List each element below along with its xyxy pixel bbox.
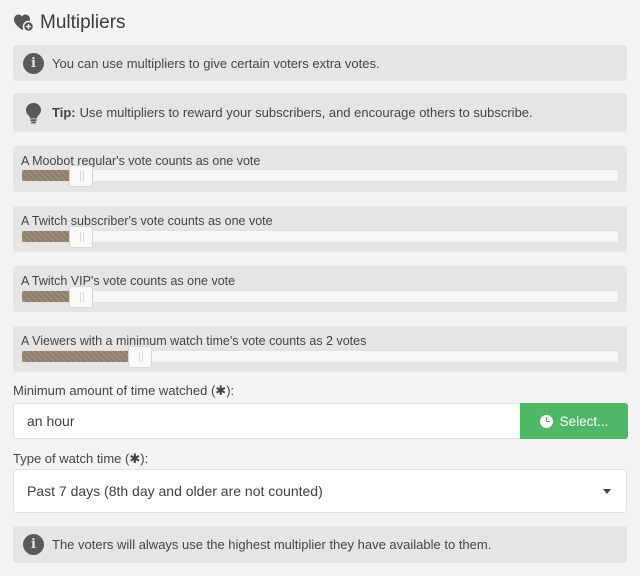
slider-regular: A Moobot regular's vote counts as one vo… — [13, 146, 627, 192]
slider-label: A Moobot regular's vote counts as one vo… — [21, 154, 261, 168]
watch-type-select[interactable]: Past 7 days (8th day and older are not c… — [13, 469, 627, 513]
min-watch-label-end: ): — [226, 383, 235, 398]
lightbulb-icon — [23, 102, 44, 124]
heart-plus-icon — [13, 13, 35, 33]
slider-label: A Twitch VIP's vote counts as one vote — [21, 274, 236, 288]
slider-handle[interactable] — [69, 286, 93, 308]
page-title: Multipliers — [40, 12, 126, 33]
slider-label: A Twitch subscriber's vote counts as one… — [21, 214, 273, 228]
required-asterisk: ✱ — [129, 451, 141, 466]
min-watch-label: Minimum amount of time watched (✱): — [13, 383, 234, 399]
select-time-button[interactable]: Select... — [520, 403, 628, 439]
info-notice-text: You can use multipliers to give certain … — [52, 55, 380, 71]
section-header: Multipliers — [13, 10, 126, 36]
tip-text: Use multipliers to reward your subscribe… — [79, 105, 533, 120]
slider-watch-time: A Viewers with a minimum watch time's vo… — [13, 326, 627, 372]
slider-track[interactable] — [21, 165, 619, 187]
slider-label: A Viewers with a minimum watch time's vo… — [21, 334, 367, 348]
watch-type-label-text: Type of watch time ( — [13, 451, 130, 466]
slider-handle[interactable] — [69, 226, 93, 248]
bottom-notice: i The voters will always use the highest… — [13, 526, 627, 563]
slider-vip: A Twitch VIP's vote counts as one vote — [13, 266, 627, 312]
required-asterisk: ✱ — [215, 383, 227, 398]
slider-fill — [22, 170, 70, 181]
slider-fill — [22, 351, 129, 362]
chevron-down-icon — [603, 489, 611, 494]
clock-icon — [539, 414, 553, 428]
slider-handle[interactable] — [128, 346, 152, 368]
info-icon: i — [23, 52, 44, 74]
min-watch-value: an hour — [27, 413, 75, 429]
info-notice: i You can use multipliers to give certai… — [13, 45, 627, 81]
watch-type-label-end: ): — [140, 451, 149, 466]
slider-track[interactable] — [21, 286, 619, 308]
slider-track[interactable] — [21, 346, 619, 368]
watch-type-label: Type of watch time (✱): — [13, 451, 148, 467]
select-button-label: Select... — [559, 413, 609, 429]
min-watch-label-text: Minimum amount of time watched ( — [13, 383, 216, 398]
slider-fill — [22, 291, 70, 302]
info-icon: i — [23, 534, 44, 555]
min-watch-input[interactable]: an hour — [13, 403, 520, 439]
tip-notice: Tip: Use multipliers to reward your subs… — [13, 93, 627, 132]
slider-fill — [22, 231, 70, 242]
slider-track[interactable] — [21, 226, 619, 248]
slider-subscriber: A Twitch subscriber's vote counts as one… — [13, 206, 627, 252]
watch-type-selected: Past 7 days (8th day and older are not c… — [27, 483, 323, 499]
tip-label: Tip: — [52, 105, 76, 120]
bottom-notice-text: The voters will always use the highest m… — [52, 537, 492, 552]
slider-handle[interactable] — [69, 165, 93, 187]
